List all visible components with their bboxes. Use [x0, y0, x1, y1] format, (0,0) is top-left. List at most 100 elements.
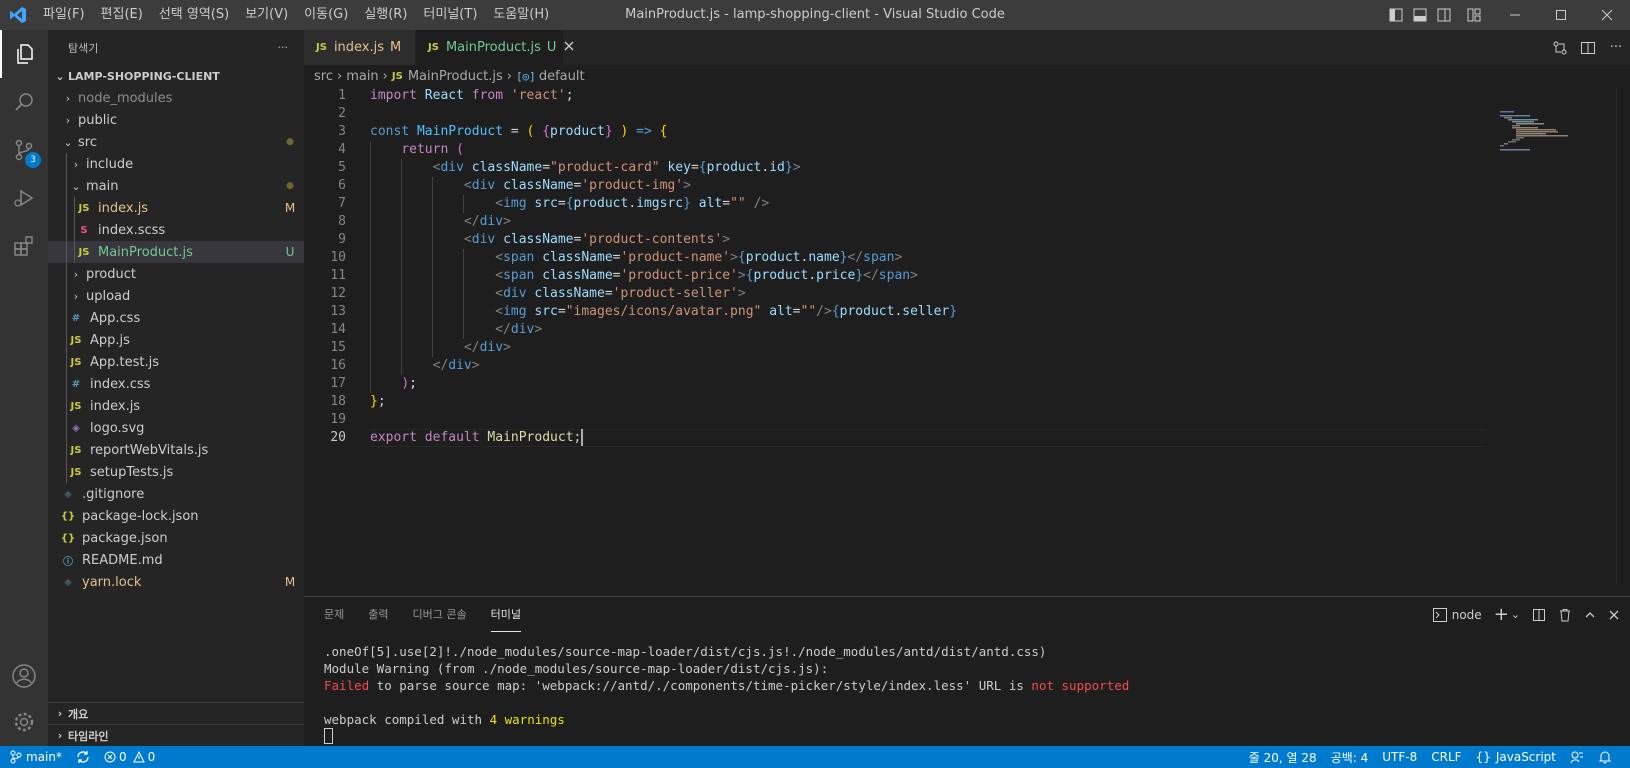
terminal-output[interactable]: .oneOf[5].use[2]!./node_modules/source-m…: [324, 643, 1129, 745]
tab-problems[interactable]: 문제: [324, 597, 344, 632]
toggle-panel-icon[interactable]: [1408, 0, 1432, 30]
tree-item-label: yarn.lock: [82, 574, 142, 590]
menu-edit[interactable]: 편집(E): [93, 0, 151, 30]
maximize-panel-icon[interactable]: [1584, 609, 1596, 621]
editor-tabs: JS index.js M JS MainProduct.js U ···: [304, 30, 1630, 65]
menu-terminal[interactable]: 터미널(T): [415, 0, 485, 30]
toggle-secondary-sidebar-icon[interactable]: [1432, 0, 1456, 30]
tree-item[interactable]: {} package.json: [48, 527, 304, 549]
toggle-sidebar-icon[interactable]: [1384, 0, 1408, 30]
explorer-header: 탐색기 ···: [48, 30, 304, 65]
tree-item[interactable]: ⌄ main ●: [48, 175, 304, 197]
menu-help[interactable]: 도움말(H): [485, 0, 557, 30]
line-number: 10: [330, 250, 346, 265]
tab-terminal[interactable]: 터미널: [490, 597, 521, 632]
compare-changes-icon[interactable]: [1546, 40, 1574, 56]
tree-item[interactable]: # index.css: [48, 373, 304, 395]
tree-item[interactable]: ◆ yarn.lock M: [48, 571, 304, 593]
feedback-icon[interactable]: [1570, 750, 1584, 764]
terminal-shell-selector[interactable]: node: [1432, 607, 1482, 622]
close-panel-icon[interactable]: [1608, 609, 1620, 621]
code-text: <img src="images/icons/avatar.png" alt="…: [495, 304, 958, 319]
tree-item[interactable]: Sindex.scss: [48, 219, 304, 241]
timeline-section-header[interactable]: › 타임라인: [48, 724, 304, 746]
chevron-down-icon: ⌄: [63, 135, 73, 149]
code-line: 8 </div>: [304, 213, 1484, 231]
code-text: </div>: [463, 214, 511, 229]
close-tab-icon[interactable]: [564, 40, 574, 55]
encoding[interactable]: UTF-8: [1382, 750, 1417, 764]
title-bar-controls: [1384, 0, 1630, 30]
breadcrumb-item[interactable]: MainProduct.js: [408, 69, 503, 84]
menu-run[interactable]: 실행(R): [356, 0, 415, 30]
run-debug-icon[interactable]: [0, 174, 48, 222]
tree-item[interactable]: # App.css: [48, 307, 304, 329]
source-control-icon[interactable]: 3: [0, 126, 48, 174]
more-editor-actions-icon[interactable]: ···: [1602, 40, 1630, 55]
branch-indicator[interactable]: main*: [10, 750, 62, 764]
customize-layout-icon[interactable]: [1456, 0, 1492, 30]
tab-debug-console[interactable]: 디버그 콘솔: [413, 597, 467, 632]
tree-item[interactable]: › include: [48, 153, 304, 175]
menu-selection[interactable]: 선택 영역(S): [151, 0, 237, 30]
minimap[interactable]: [1500, 111, 1580, 151]
tree-item[interactable]: › product: [48, 263, 304, 285]
tree-item-label: .gitignore: [82, 486, 145, 502]
tree-item[interactable]: JS MainProduct.js U: [48, 241, 304, 263]
project-section-header[interactable]: ⌄ LAMP-SHOPPING-CLIENT: [48, 65, 304, 87]
tab-output[interactable]: 출력: [368, 597, 388, 632]
tree-item[interactable]: {} package-lock.json: [48, 505, 304, 527]
tree-item[interactable]: ⌄ src ●: [48, 131, 304, 153]
tree-item[interactable]: ◆ .gitignore: [48, 483, 304, 505]
tree-item[interactable]: ◈ logo.svg: [48, 417, 304, 439]
menu-view[interactable]: 보기(V): [237, 0, 296, 30]
code-editor[interactable]: 1 import React from 'react'; 2 3 const MainP…: [304, 87, 1630, 585]
tree-item[interactable]: JS index.js: [48, 395, 304, 417]
tab-index-js[interactable]: JS index.js M: [304, 30, 416, 65]
outline-section-header[interactable]: › 개요: [48, 702, 304, 724]
tree-item[interactable]: › node_modules: [48, 87, 304, 109]
tree-item[interactable]: JS reportWebVitals.js: [48, 439, 304, 461]
breadcrumb-item[interactable]: src: [314, 69, 333, 84]
notifications-bell-icon[interactable]: [1598, 750, 1612, 764]
more-actions-button[interactable]: ···: [278, 41, 289, 54]
tab-mainproduct-js[interactable]: JS MainProduct.js U: [416, 30, 574, 65]
maximize-button[interactable]: [1538, 0, 1584, 30]
split-terminal-icon[interactable]: [1532, 608, 1546, 622]
breadcrumb-item[interactable]: main: [346, 69, 378, 84]
chevron-down-icon: ⌄: [55, 69, 65, 83]
language-mode[interactable]: {} JavaScript: [1476, 750, 1556, 764]
braces-icon: {}: [1475, 750, 1491, 764]
sync-icon[interactable]: [76, 750, 90, 764]
terminal-icon: [1432, 607, 1447, 622]
tree-item[interactable]: › public: [48, 109, 304, 131]
split-editor-icon[interactable]: [1574, 40, 1602, 56]
tree-item[interactable]: JS setupTests.js: [48, 461, 304, 483]
settings-gear-icon[interactable]: [0, 698, 48, 746]
breadcrumb-item[interactable]: default: [539, 69, 585, 84]
tree-item[interactable]: ⓘ README.md: [48, 549, 304, 571]
close-window-button[interactable]: [1584, 0, 1630, 30]
chevron-down-icon[interactable]: ⌄: [1511, 608, 1520, 621]
extensions-icon[interactable]: [0, 222, 48, 270]
accounts-icon[interactable]: [0, 652, 48, 700]
tree-item[interactable]: JS index.js M: [48, 197, 304, 219]
trash-icon[interactable]: [1558, 608, 1572, 622]
explorer-icon[interactable]: [0, 30, 48, 78]
end-of-line[interactable]: CRLF: [1431, 750, 1461, 764]
tree-item[interactable]: › upload: [48, 285, 304, 307]
menu-file[interactable]: 파일(F): [35, 0, 93, 30]
symbol-icon: [◎]: [515, 69, 536, 83]
minimize-button[interactable]: [1492, 0, 1538, 30]
new-terminal-icon[interactable]: +: [1494, 604, 1509, 625]
tree-item[interactable]: JS App.js: [48, 329, 304, 351]
problems-indicator[interactable]: 0 0: [104, 750, 155, 764]
menu-go[interactable]: 이동(G): [296, 0, 356, 30]
search-icon[interactable]: [0, 78, 48, 126]
line-number: 9: [338, 232, 346, 247]
indentation[interactable]: 공백: 4: [1331, 749, 1369, 766]
cursor-position[interactable]: 줄 20, 열 28: [1249, 749, 1317, 766]
editor-scrollbar[interactable]: [1616, 87, 1630, 585]
tree-item[interactable]: JS App.test.js: [48, 351, 304, 373]
terminal-line: Module Warning (from ./node_modules/sour…: [324, 661, 829, 676]
